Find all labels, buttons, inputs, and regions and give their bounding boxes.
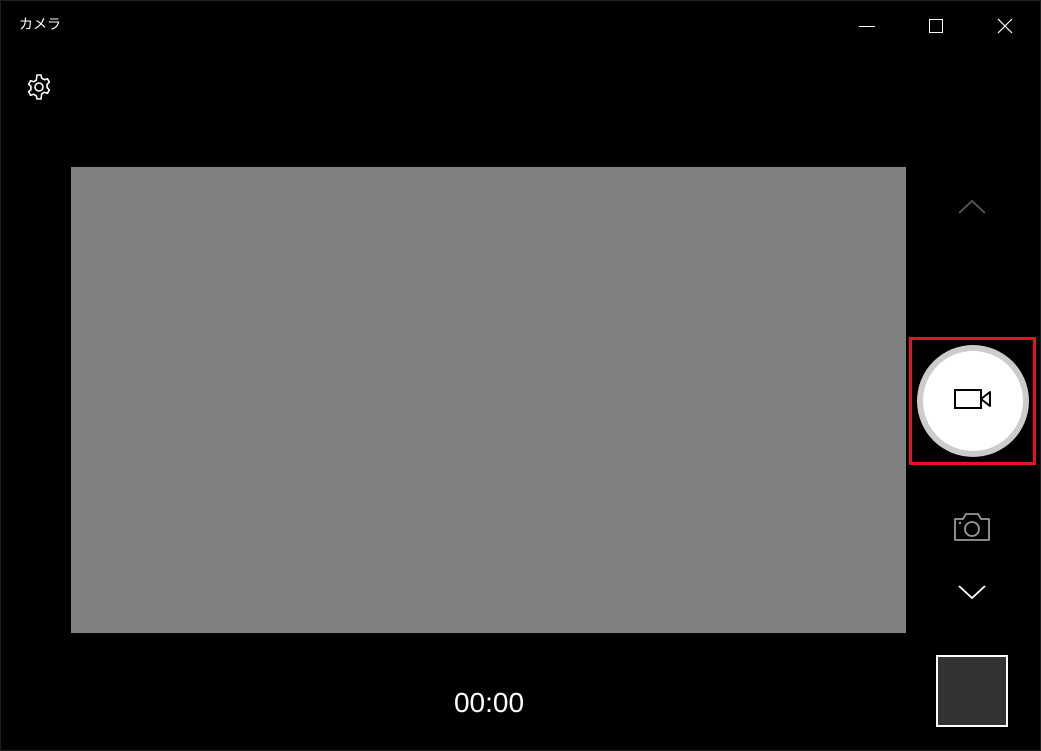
close-icon [997,18,1013,34]
photo-mode-button[interactable] [952,511,992,547]
maximize-icon [928,18,944,34]
camera-window: カメラ 00:00 [0,0,1041,751]
mode-down-button[interactable] [952,578,992,610]
mode-up-button[interactable] [952,193,992,225]
chevron-up-icon [957,199,987,220]
maximize-button[interactable] [913,1,959,51]
last-capture-thumbnail[interactable] [936,655,1008,727]
chevron-down-icon [957,584,987,605]
gear-icon [25,73,53,106]
window-title: カメラ [19,17,61,33]
camera-icon [953,512,991,547]
minimize-button[interactable] [844,1,890,51]
take-video-button-face [923,351,1023,451]
close-button[interactable] [982,1,1028,51]
video-camera-icon [954,388,992,415]
take-video-button[interactable] [917,345,1029,457]
settings-button[interactable] [23,73,55,105]
recording-timer: 00:00 [453,687,525,718]
camera-preview [71,167,906,633]
minimize-icon [859,18,875,34]
